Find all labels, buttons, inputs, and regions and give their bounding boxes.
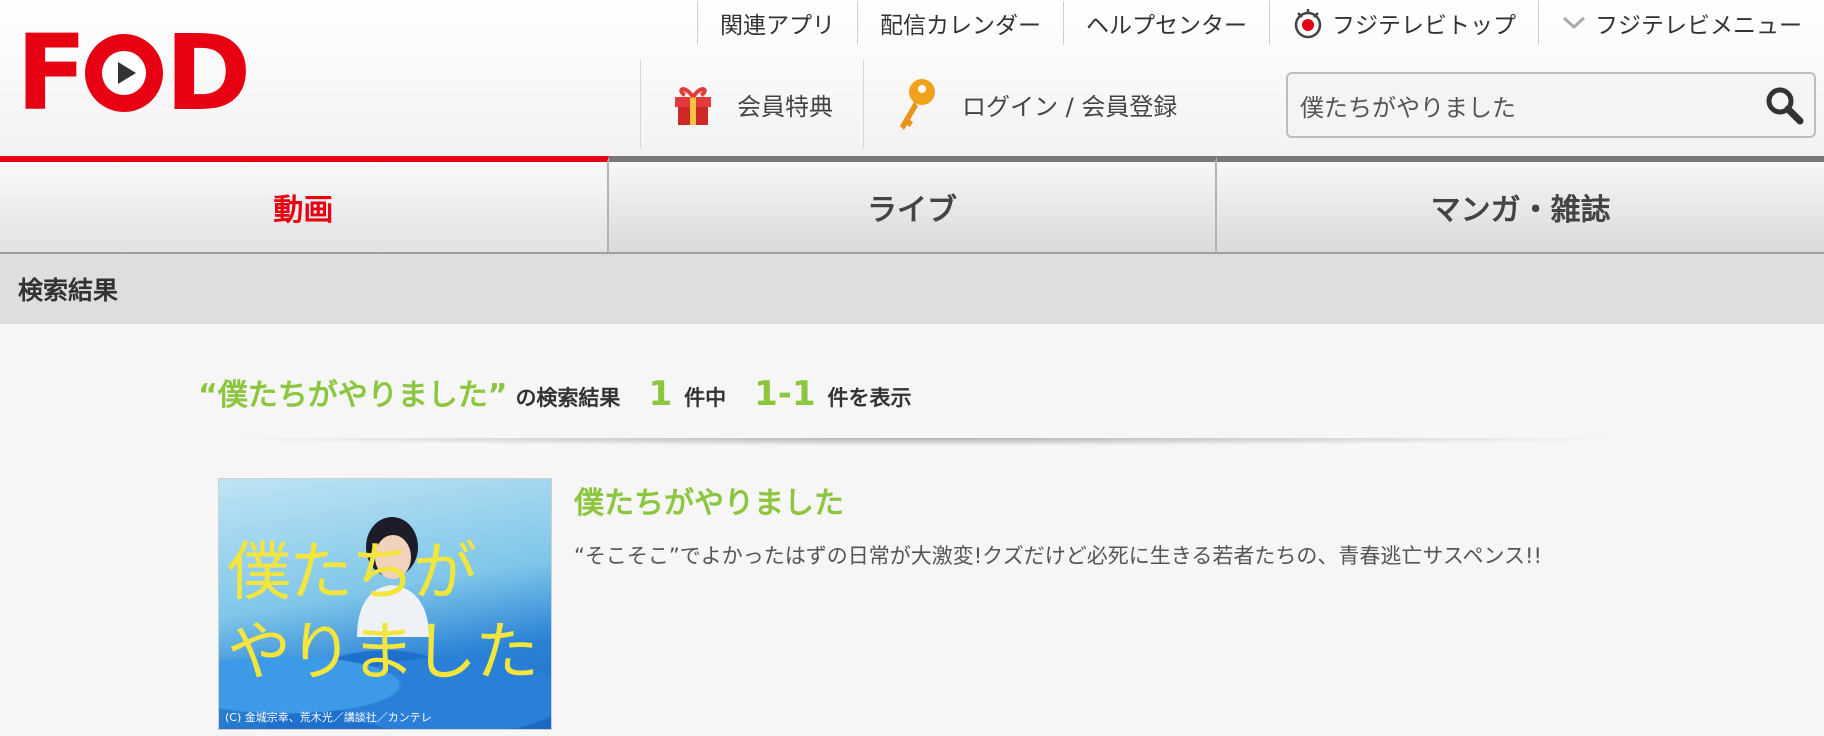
- result-count: 1: [648, 374, 673, 414]
- search-box: [1286, 72, 1816, 138]
- tab-label: ライブ: [867, 193, 957, 228]
- topnav-calendar[interactable]: 配信カレンダー: [857, 1, 1063, 45]
- member-benefits-link[interactable]: 会員特典: [640, 60, 863, 148]
- search-button[interactable]: [1754, 75, 1814, 135]
- result-info: 僕たちがやりました “そこそこ”でよかったはずの日常が大激変!クズだけど必死に生…: [574, 478, 1542, 570]
- summary-text: 件を表示: [827, 386, 912, 410]
- search-input[interactable]: [1288, 75, 1754, 135]
- topnav-label: ヘルプセンター: [1086, 13, 1247, 39]
- member-nav: 会員特典 ログイン / 会員登録: [640, 58, 1207, 150]
- logo-letter-f: F: [16, 12, 87, 134]
- divider: [210, 438, 1640, 446]
- top-nav: 関連アプリ 配信カレンダー ヘルプセンター フジテレビトップ フジテレビメニュー: [697, 0, 1824, 46]
- login-register-label: ログイン / 会員登録: [962, 92, 1178, 121]
- topnav-label: 関連アプリ: [720, 13, 835, 39]
- thumbnail-title-art: 僕たちが やりました: [227, 536, 539, 690]
- result-description: “そこそこ”でよかったはずの日常が大激変!クズだけど必死に生きる若者たちの、青春…: [574, 544, 1542, 568]
- topnav-label: 配信カレンダー: [880, 13, 1041, 39]
- tab-live[interactable]: ライブ: [608, 156, 1218, 254]
- fuji-eye-icon: [1292, 7, 1324, 39]
- result-thumbnail[interactable]: 僕たちが やりました (C) 金城宗幸、荒木光／講談社／カンテレ: [218, 478, 552, 730]
- tab-manga-magazine[interactable]: マンガ・雑誌: [1217, 156, 1824, 254]
- category-tabs: 動画 ライブ マンガ・雑誌: [0, 156, 1824, 254]
- page-title-bar: 検索結果: [0, 254, 1824, 324]
- login-register-link[interactable]: ログイン / 会員登録: [863, 60, 1207, 148]
- chevron-down-icon: [1561, 14, 1587, 32]
- topnav-help-center[interactable]: ヘルプセンター: [1063, 1, 1269, 45]
- search-query: “僕たちがやりました”: [198, 378, 508, 413]
- tab-video[interactable]: 動画: [0, 156, 609, 254]
- gift-icon: [671, 81, 715, 127]
- key-icon: [894, 76, 940, 132]
- tab-label: マンガ・雑誌: [1430, 193, 1611, 228]
- page-title: 検索結果: [18, 276, 119, 305]
- logo-letter-d: D: [165, 12, 251, 134]
- thumbnail-credit: (C) 金城宗幸、荒木光／講談社／カンテレ: [225, 711, 432, 724]
- member-benefits-label: 会員特典: [737, 92, 833, 121]
- result-summary: “僕たちがやりました” の検索結果 1 件中 1-1 件を表示: [198, 370, 912, 416]
- play-icon: [85, 34, 164, 112]
- summary-text: の検索結果: [515, 386, 621, 410]
- result-item: 僕たちが やりました (C) 金城宗幸、荒木光／講談社／カンテレ 僕たちがやりま…: [218, 478, 1638, 730]
- summary-text: 件中: [684, 386, 727, 410]
- topnav-label: フジテレビトップ: [1332, 13, 1516, 39]
- topnav-fujitv-menu[interactable]: フジテレビメニュー: [1538, 1, 1824, 45]
- result-title-link[interactable]: 僕たちがやりました: [574, 478, 1542, 522]
- search-icon: [1766, 87, 1804, 125]
- topnav-fujitv-top[interactable]: フジテレビトップ: [1269, 1, 1538, 45]
- topnav-label: フジテレビメニュー: [1595, 13, 1802, 39]
- tab-label: 動画: [273, 193, 334, 228]
- fod-logo[interactable]: F D: [16, 21, 251, 125]
- site-header: F D 関連アプリ 配信カレンダー ヘルプセンター フジテレビトップ フジテレビ…: [0, 0, 1824, 156]
- topnav-related-apps[interactable]: 関連アプリ: [697, 1, 857, 45]
- result-range: 1-1: [754, 374, 816, 414]
